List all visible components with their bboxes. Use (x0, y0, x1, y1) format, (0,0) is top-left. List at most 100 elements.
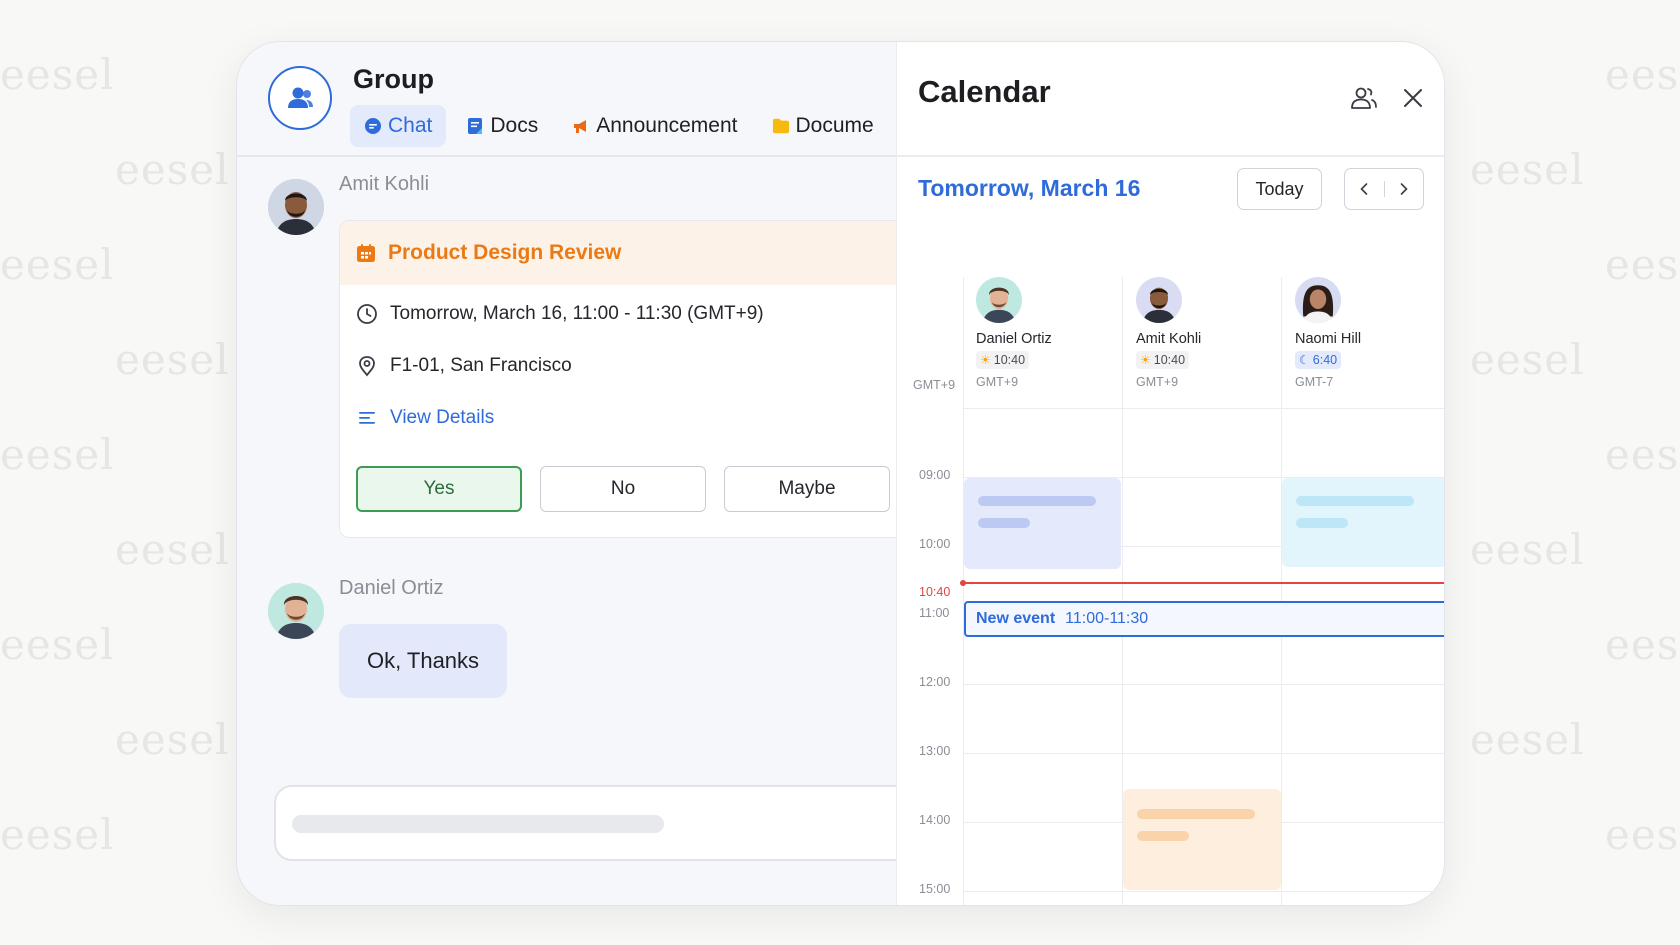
busy-placeholder (978, 496, 1096, 506)
clock-icon (356, 303, 378, 325)
watermark: eesel (1470, 715, 1585, 764)
timezone-label: GMT+9 (913, 378, 956, 392)
column-divider (1281, 277, 1282, 905)
rsvp-maybe-button[interactable]: Maybe (724, 466, 890, 512)
watermark: eesel (1605, 50, 1680, 99)
megaphone-icon (572, 117, 590, 135)
sender-name: Daniel Ortiz (339, 577, 444, 599)
busy-placeholder (1137, 809, 1255, 819)
avatar-amit[interactable] (268, 179, 324, 235)
chat-pane: Group Chat Docs Announcement Docume Amit… (237, 42, 934, 905)
busy-placeholder (1296, 496, 1414, 506)
event-time: Tomorrow, March 16, 11:00 - 11:30 (GMT+9… (390, 303, 764, 324)
avatar-amit (1136, 277, 1182, 323)
rsvp-no-button[interactable]: No (540, 466, 706, 512)
hour-label: 09:00 (919, 468, 951, 482)
person-name: Amit Kohli (1136, 331, 1202, 347)
hour-gridline (963, 684, 1444, 685)
app-window: Group Chat Docs Announcement Docume Amit… (236, 41, 1445, 906)
next-day-button[interactable] (1385, 169, 1424, 209)
calendar-title: Calendar (918, 74, 1051, 109)
person-timezone: GMT+9 (1136, 375, 1179, 389)
new-event-title: New event (976, 610, 1056, 627)
tab-label: Docume (795, 114, 874, 137)
tab-docs[interactable]: Docs (452, 105, 552, 147)
message-bubble: Ok, Thanks (339, 624, 507, 698)
event-card[interactable]: Product Design Review Tomorrow, March 16… (339, 220, 919, 538)
participants-icon[interactable] (1349, 83, 1379, 113)
hour-gridline (963, 408, 1444, 409)
event-time-row: Tomorrow, March 16, 11:00 - 11:30 (GMT+9… (356, 303, 764, 325)
watermark: eesel (115, 525, 230, 574)
details-lines-icon (356, 407, 378, 429)
group-users-icon (288, 87, 313, 108)
doc-icon (466, 117, 484, 135)
chat-header: Group Chat Docs Announcement Docume (237, 42, 896, 157)
new-event-block[interactable]: New event 11:00-11:30 (964, 601, 1444, 637)
avatar-daniel (976, 277, 1022, 323)
event-location-row: F1-01, San Francisco (356, 355, 572, 377)
today-button[interactable]: Today (1237, 168, 1322, 210)
input-placeholder-skeleton (292, 815, 664, 833)
hour-label: 15:00 (919, 882, 951, 896)
watermark: eesel (115, 145, 230, 194)
watermark: eesel (1470, 145, 1585, 194)
chevron-left-icon (1360, 183, 1368, 195)
tab-label: Docs (490, 114, 539, 137)
sun-icon: ☀ (980, 353, 991, 367)
tab-chat[interactable]: Chat (350, 105, 447, 147)
message-input[interactable] (274, 785, 934, 861)
avatar-naomi (1295, 277, 1341, 323)
rsvp-yes-button[interactable]: Yes (356, 466, 522, 512)
watermark: eesel (115, 715, 230, 764)
avatar-daniel[interactable] (268, 583, 324, 639)
busy-block[interactable] (1123, 789, 1281, 890)
tab-label: Announcement (596, 114, 738, 137)
person-column-naomi[interactable]: Naomi Hill ☾ 6:40 GMT-7 (1295, 277, 1361, 389)
person-name: Daniel Ortiz (976, 331, 1052, 347)
local-time: 6:40 (1312, 353, 1338, 367)
local-time-badge: ☀ 10:40 (1136, 351, 1190, 369)
person-timezone: GMT-7 (1295, 375, 1334, 389)
tab-label: Chat (388, 114, 433, 137)
column-divider (963, 277, 964, 905)
calendar-icon (357, 244, 375, 262)
watermark: eesel (1605, 240, 1680, 289)
group-title: Group (353, 64, 434, 94)
calendar-header: Calendar (897, 42, 1444, 157)
calendar-grid: GMT+9 Daniel Ortiz ☀ 10:40 GMT+9 Amit Ko… (897, 232, 1444, 905)
local-time-badge: ☾ 6:40 (1295, 351, 1342, 369)
current-time-line (963, 582, 1444, 584)
chevron-right-icon (1400, 183, 1408, 195)
watermark: eesel (1605, 620, 1680, 669)
busy-block[interactable] (1282, 478, 1444, 567)
tab-announcement[interactable]: Announcement (558, 105, 751, 147)
hour-label: 14:00 (919, 813, 951, 827)
busy-placeholder (978, 518, 1030, 528)
tab-documents[interactable]: Docume (758, 105, 888, 147)
local-time: 10:40 (1153, 353, 1186, 367)
watermark: eesel (0, 810, 115, 859)
watermark: eesel (1605, 810, 1680, 859)
person-column-amit[interactable]: Amit Kohli ☀ 10:40 GMT+9 (1136, 277, 1201, 389)
local-time: 10:40 (993, 353, 1026, 367)
current-time-label: 10:40 (919, 585, 951, 599)
prev-day-button[interactable] (1345, 169, 1384, 209)
person-name: Naomi Hill (1295, 331, 1362, 347)
watermark: eesel (0, 240, 115, 289)
sender-name: Amit Kohli (339, 173, 430, 195)
event-location: F1-01, San Francisco (390, 355, 572, 376)
folder-icon (772, 117, 790, 135)
hour-label: 12:00 (919, 675, 951, 689)
date-nav (1344, 168, 1424, 210)
view-details-link[interactable]: View Details (356, 407, 494, 429)
view-details-label: View Details (390, 407, 495, 428)
sun-icon: ☀ (1140, 353, 1151, 367)
group-avatar[interactable] (268, 66, 332, 130)
busy-placeholder (1296, 518, 1348, 528)
person-column-daniel[interactable]: Daniel Ortiz ☀ 10:40 GMT+9 (976, 277, 1052, 389)
hour-label: 13:00 (919, 744, 951, 758)
close-icon[interactable] (1398, 83, 1428, 113)
busy-block[interactable] (964, 478, 1121, 569)
busy-placeholder (1137, 831, 1189, 841)
